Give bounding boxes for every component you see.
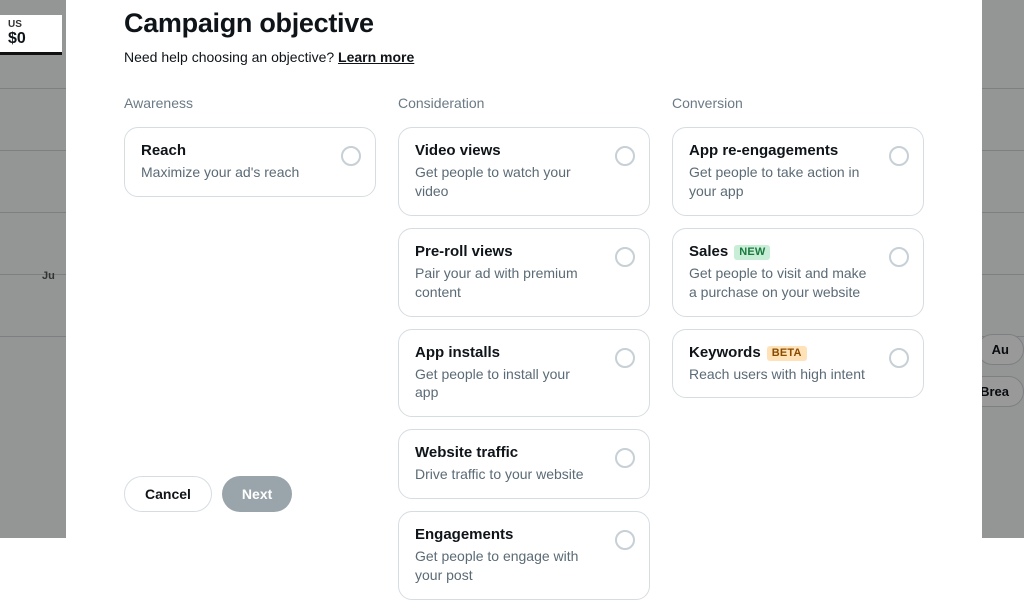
cancel-button[interactable]: Cancel	[124, 476, 212, 512]
radio-icon[interactable]	[615, 448, 635, 468]
radio-icon[interactable]	[615, 530, 635, 550]
next-button[interactable]: Next	[222, 476, 292, 512]
objective-card-reach[interactable]: Reach Maximize your ad's reach	[124, 127, 376, 197]
objective-card-app-installs[interactable]: App installs Get people to install your …	[398, 329, 650, 418]
card-title: Pre-roll views	[415, 243, 595, 261]
objective-card-video-views[interactable]: Video views Get people to watch your vid…	[398, 127, 650, 216]
objective-card-preroll-views[interactable]: Pre-roll views Pair your ad with premium…	[398, 228, 650, 317]
card-title: KeywordsBETA	[689, 344, 869, 362]
radio-icon[interactable]	[615, 348, 635, 368]
objective-card-app-reengagements[interactable]: App re-engagements Get people to take ac…	[672, 127, 924, 216]
card-desc: Pair your ad with premium content	[415, 264, 595, 302]
bg-spend-box: US $0	[0, 15, 62, 55]
campaign-objective-modal: Campaign objective Need help choosing an…	[66, 0, 982, 538]
card-title: Website traffic	[415, 444, 595, 462]
card-desc: Reach users with high intent	[689, 365, 869, 384]
new-badge: NEW	[734, 245, 770, 260]
radio-icon[interactable]	[615, 247, 635, 267]
card-title: Engagements	[415, 526, 595, 544]
card-desc: Get people to visit and make a purchase …	[689, 264, 869, 302]
card-title: App re-engagements	[689, 142, 869, 160]
objective-card-sales[interactable]: SalesNEW Get people to visit and make a …	[672, 228, 924, 317]
card-title: SalesNEW	[689, 243, 869, 261]
help-row: Need help choosing an objective? Learn m…	[124, 49, 924, 65]
column-awareness: Awareness Reach Maximize your ad's reach	[124, 95, 376, 600]
objective-card-website-traffic[interactable]: Website traffic Drive traffic to your we…	[398, 429, 650, 499]
modal-footer: Cancel Next	[124, 476, 292, 512]
card-desc: Get people to watch your video	[415, 163, 595, 201]
card-desc: Get people to install your app	[415, 365, 595, 403]
column-heading-awareness: Awareness	[124, 95, 376, 111]
column-heading-conversion: Conversion	[672, 95, 924, 111]
radio-icon[interactable]	[889, 146, 909, 166]
card-desc: Maximize your ad's reach	[141, 163, 321, 182]
card-desc: Drive traffic to your website	[415, 465, 595, 484]
bg-amount: $0	[8, 30, 54, 48]
radio-icon[interactable]	[889, 247, 909, 267]
card-desc: Get people to take action in your app	[689, 163, 869, 201]
bg-currency-label: US	[8, 19, 54, 30]
radio-icon[interactable]	[341, 146, 361, 166]
card-title: App installs	[415, 344, 595, 362]
card-title: Video views	[415, 142, 595, 160]
radio-icon[interactable]	[889, 348, 909, 368]
objective-columns: Awareness Reach Maximize your ad's reach…	[124, 95, 924, 600]
column-heading-consideration: Consideration	[398, 95, 650, 111]
card-title: Reach	[141, 142, 321, 160]
objective-card-keywords[interactable]: KeywordsBETA Reach users with high inten…	[672, 329, 924, 399]
radio-icon[interactable]	[615, 146, 635, 166]
objective-card-engagements[interactable]: Engagements Get people to engage with yo…	[398, 511, 650, 600]
column-conversion: Conversion App re-engagements Get people…	[672, 95, 924, 600]
beta-badge: BETA	[767, 346, 807, 361]
column-consideration: Consideration Video views Get people to …	[398, 95, 650, 600]
card-desc: Get people to engage with your post	[415, 547, 595, 585]
modal-title: Campaign objective	[124, 8, 924, 39]
learn-more-link[interactable]: Learn more	[338, 49, 414, 65]
help-text: Need help choosing an objective?	[124, 49, 338, 65]
